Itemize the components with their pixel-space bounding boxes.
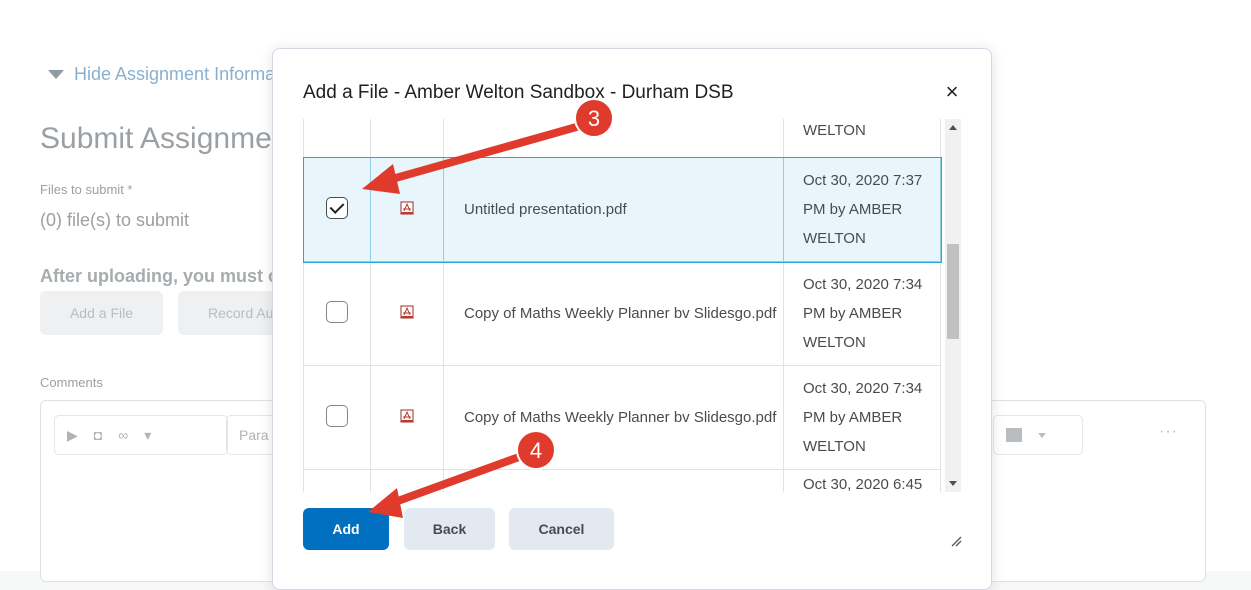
chevron-down-icon: [1038, 432, 1046, 438]
table-row[interactable]: WELTON: [303, 119, 941, 158]
file-checkbox[interactable]: [326, 300, 348, 323]
file-date: Oct 30, 2020 6:45: [783, 469, 941, 492]
triangle-down-icon: [48, 70, 64, 79]
scroll-up-icon[interactable]: [949, 125, 957, 130]
scroll-down-icon[interactable]: [949, 481, 957, 486]
video-icon[interactable]: ▶: [67, 427, 78, 444]
files-to-submit-label: Files to submit *: [40, 182, 133, 197]
pdf-file-icon: [400, 305, 414, 319]
chevron-down-icon[interactable]: ▾: [144, 427, 151, 444]
editor-insert-toolbar[interactable]: ▶ ◘ ∞ ▾: [54, 415, 228, 455]
file-table: WELTON Untitled presentation.pdf Oct 30,…: [303, 119, 942, 492]
table-row-selected[interactable]: Untitled presentation.pdf Oct 30, 2020 7…: [303, 156, 942, 263]
file-name: Copy of Maths Weekly Planner bv Slidesgo…: [443, 365, 784, 470]
file-checkbox[interactable]: [326, 404, 348, 427]
cropped-header: [0, 0, 1251, 10]
file-date: Oct 30, 2020 7:34 PM by AMBER WELTON: [783, 261, 941, 366]
dialog-title: Add a File - Amber Welton Sandbox - Durh…: [303, 82, 734, 103]
table-row[interactable]: Copy of Maths Weekly Planner bv Slidesgo…: [303, 365, 941, 470]
add-a-file-button[interactable]: Add a File: [40, 291, 163, 335]
hide-assignment-info-toggle[interactable]: Hide Assignment Information: [48, 64, 304, 85]
file-list: WELTON Untitled presentation.pdf Oct 30,…: [303, 119, 961, 492]
hide-info-label: Hide Assignment Information: [74, 64, 305, 84]
file-date: Oct 30, 2020 7:34 PM by AMBER WELTON: [783, 365, 941, 470]
submit-assignment-title: Submit Assignment: [40, 122, 297, 155]
link-icon[interactable]: ∞: [118, 427, 128, 443]
files-count: (0) file(s) to submit: [40, 210, 190, 230]
record-audio-button[interactable]: Record Au: [178, 291, 278, 335]
back-button[interactable]: Back: [404, 508, 495, 550]
camera-icon[interactable]: ◘: [94, 427, 102, 443]
table-row[interactable]: Oct 30, 2020 6:45: [303, 469, 941, 492]
add-button[interactable]: Add: [303, 508, 389, 550]
scroll-thumb[interactable]: [947, 244, 959, 339]
file-name: Copy of Maths Weekly Planner bv Slidesgo…: [443, 261, 784, 366]
pdf-file-icon: [400, 409, 414, 423]
close-button[interactable]: ×: [941, 81, 963, 103]
list-scrollbar[interactable]: [945, 119, 961, 492]
file-checkbox-checked[interactable]: [326, 196, 348, 219]
add-file-dialog: Add a File - Amber Welton Sandbox - Durh…: [272, 48, 992, 590]
cancel-button[interactable]: Cancel: [509, 508, 614, 550]
resize-handle-icon[interactable]: [950, 535, 962, 547]
after-uploading-text: After uploading, you must c: [40, 266, 279, 286]
file-date: WELTON: [783, 119, 941, 158]
file-name: Untitled presentation.pdf: [443, 157, 784, 262]
comments-label: Comments: [40, 375, 103, 390]
color-picker[interactable]: [993, 415, 1083, 455]
file-date: Oct 30, 2020 7:37 PM by AMBER WELTON: [783, 157, 941, 262]
table-row[interactable]: Copy of Maths Weekly Planner bv Slidesgo…: [303, 261, 941, 366]
more-options-icon[interactable]: ···: [1159, 423, 1178, 441]
pdf-file-icon: [400, 201, 414, 215]
color-swatch-icon: [1006, 428, 1022, 442]
